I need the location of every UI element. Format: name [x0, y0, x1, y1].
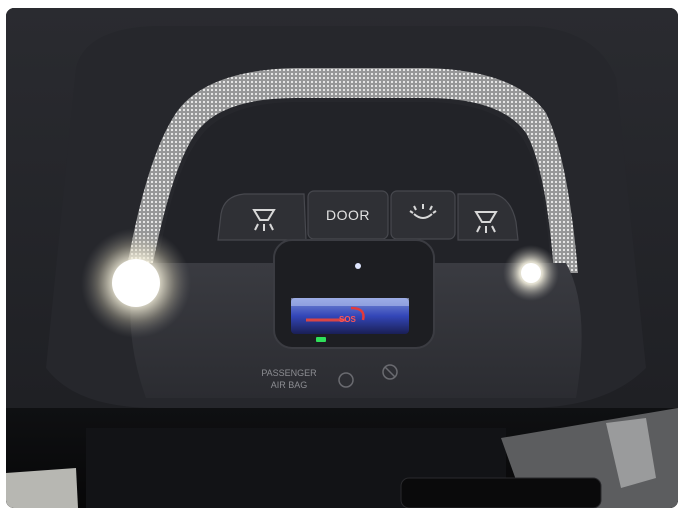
- door-button-label: DOOR: [326, 207, 370, 223]
- exterior-view-left: [6, 468, 78, 508]
- sos-label: SOS: [339, 315, 357, 324]
- status-led: [316, 337, 326, 342]
- passenger-airbag-label-line1: PASSENGER: [261, 368, 317, 378]
- microphone-icon: [355, 263, 361, 269]
- dome-light-button[interactable]: [390, 190, 456, 240]
- passenger-airbag-label-line2: AIR BAG: [271, 380, 308, 390]
- car-overhead-console-photo: DOOR SOS PASSENGER AIR BAG: [6, 8, 678, 508]
- rearview-mirror: [400, 477, 602, 508]
- map-light-left-button[interactable]: [217, 193, 307, 241]
